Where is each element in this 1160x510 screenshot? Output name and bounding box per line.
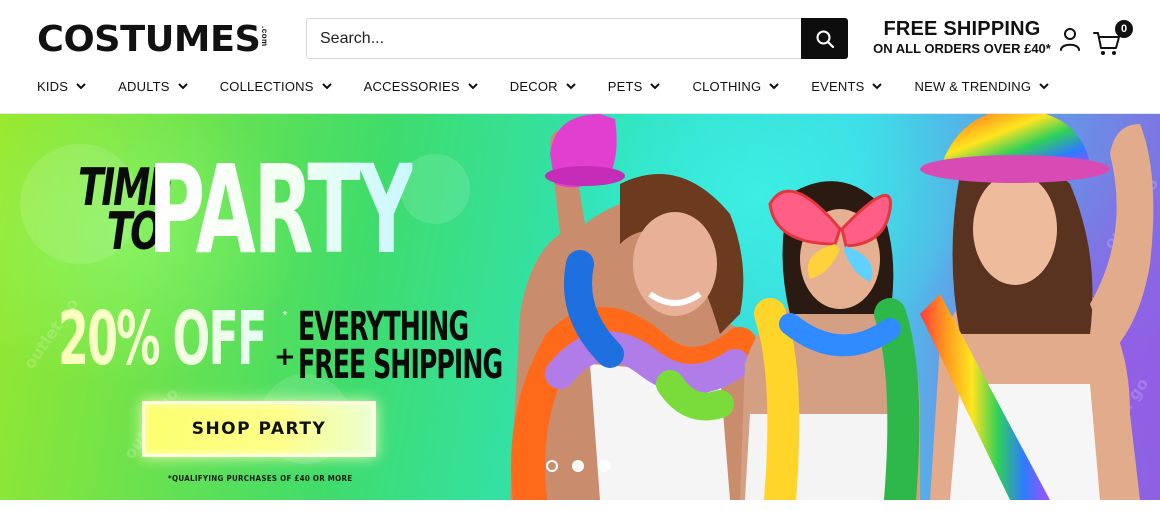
chevron-down-icon xyxy=(1039,82,1049,89)
offer-text: EVERYTHING FREE SHIPPING xyxy=(298,304,503,388)
free-shipping-banner: FREE SHIPPING ON ALL ORDERS OVER £40* xyxy=(872,18,1052,58)
nav-item-pets[interactable]: PETS xyxy=(608,79,661,94)
person-right xyxy=(920,114,1154,500)
carousel-dot-1[interactable] xyxy=(546,460,558,472)
offer-line-everything: EVERYTHING xyxy=(298,304,469,350)
offer-disclaimer: *QUALIFYING PURCHASES OF £40 OR MORE xyxy=(168,474,353,483)
offer-line-free-shipping: FREE SHIPPING xyxy=(298,342,503,388)
user-icon xyxy=(1060,28,1080,51)
nav-item-kids[interactable]: KIDS xyxy=(37,79,86,94)
nav-item-label: CLOTHING xyxy=(692,78,762,94)
nav-item-label: PETS xyxy=(607,78,643,94)
nav-item-label: EVENTS xyxy=(811,78,865,94)
site-logo[interactable]: COSTUMES .com xyxy=(37,20,269,60)
chevron-down-icon xyxy=(650,82,661,89)
free-shipping-title: FREE SHIPPING xyxy=(883,18,1041,40)
party-photo xyxy=(510,114,1154,500)
nav-item-label: ACCESSORIES xyxy=(363,78,460,94)
search-button[interactable] xyxy=(801,18,848,59)
nav-item-clothing[interactable]: CLOTHING xyxy=(692,79,779,94)
nav-item-decor[interactable]: DECOR xyxy=(510,79,576,94)
search-bar xyxy=(306,18,848,59)
chevron-down-icon xyxy=(321,82,332,89)
hero-banner[interactable]: outlet go outlet go outlet go outlet go xyxy=(0,114,1160,500)
search-input[interactable] xyxy=(306,18,801,59)
headline-party: PARTY xyxy=(148,139,415,281)
plus-sign: + xyxy=(274,342,296,372)
carousel-dot-2[interactable] xyxy=(572,460,584,472)
chevron-down-icon xyxy=(177,82,188,89)
nav-item-collections[interactable]: COLLECTIONS xyxy=(220,79,332,94)
nav-item-events[interactable]: EVENTS xyxy=(811,78,883,94)
nav-item-label: NEW & TRENDING xyxy=(914,78,1032,94)
logo-domain: .com xyxy=(260,26,270,47)
person-center xyxy=(740,181,920,500)
search-icon xyxy=(816,30,834,48)
site-header: COSTUMES .com FREE SHIPPING ON ALL ORDER… xyxy=(0,0,1160,114)
nav-item-label: KIDS xyxy=(37,78,69,94)
cart-button[interactable]: 0 xyxy=(1093,20,1133,56)
free-shipping-subtitle: ON ALL ORDERS OVER £40* xyxy=(873,41,1051,56)
shop-party-button[interactable]: SHOP PARTY xyxy=(142,401,376,457)
nav-item-new-trending[interactable]: NEW & TRENDING xyxy=(914,79,1049,94)
nav-item-label: COLLECTIONS xyxy=(219,78,314,94)
chevron-down-icon xyxy=(566,82,576,89)
main-nav: KIDS ADULTS COLLECTIONS ACCESSORIES DECO… xyxy=(37,74,1049,98)
carousel-dots xyxy=(546,460,610,472)
nav-item-adults[interactable]: ADULTS xyxy=(118,79,188,94)
nav-item-accessories[interactable]: ACCESSORIES xyxy=(364,79,478,94)
carousel-dot-3[interactable] xyxy=(598,460,610,472)
account-button[interactable] xyxy=(1057,26,1083,52)
logo-wordmark: COSTUMES xyxy=(37,19,261,60)
nav-item-label: ADULTS xyxy=(118,78,170,94)
nav-item-label: DECOR xyxy=(509,78,558,94)
chevron-down-icon xyxy=(468,82,478,89)
chevron-down-icon xyxy=(872,82,883,89)
chevron-down-icon xyxy=(76,82,86,89)
cart-count-badge: 0 xyxy=(1115,20,1133,38)
discount-text: 20% OFF xyxy=(58,296,267,382)
discount-asterisk: * xyxy=(283,310,287,321)
chevron-down-icon xyxy=(769,82,779,89)
shop-party-label: SHOP PARTY xyxy=(191,419,327,439)
